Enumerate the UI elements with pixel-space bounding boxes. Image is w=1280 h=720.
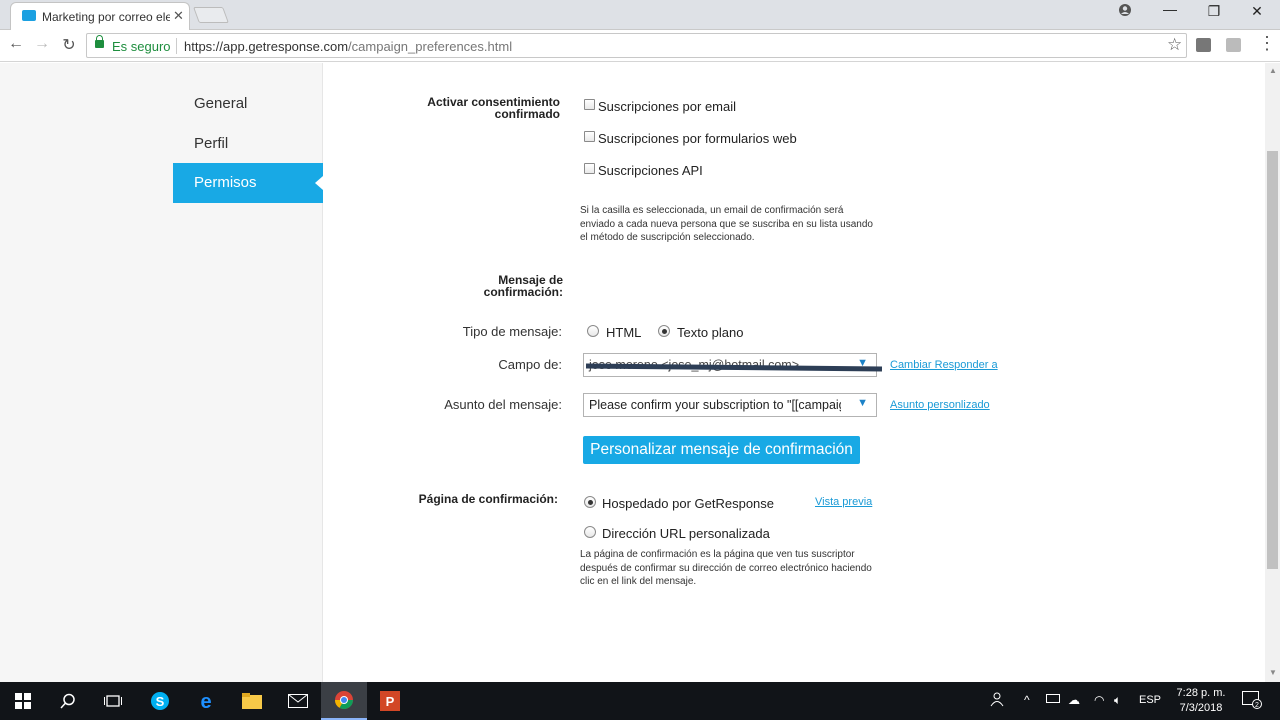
sidebar-item-permisos[interactable]: Permisos [173, 163, 323, 203]
powerpoint-icon[interactable]: P [367, 682, 413, 720]
checkbox-api[interactable] [584, 163, 595, 174]
windows-icon[interactable] [0, 682, 46, 720]
dropdown-arrow-icon: ▼ [857, 397, 868, 409]
mail-icon [22, 10, 36, 21]
language-indicator[interactable]: ESP [1139, 694, 1161, 706]
pdf-extension-icon[interactable] [1226, 38, 1241, 52]
from-field-label: Campo de: [498, 357, 562, 372]
star-icon[interactable]: ☆ [1167, 35, 1182, 55]
radio-html[interactable] [587, 325, 599, 337]
radio-html-label: HTML [606, 325, 642, 340]
search-icon[interactable] [45, 682, 91, 720]
back-icon[interactable]: ← [5, 35, 27, 53]
subject-select[interactable]: Please confirm your subscription to "[[c… [583, 393, 877, 417]
confirm-optin-label: Activar consentimiento confirmado [427, 95, 560, 121]
radio-custom-url-label: Dirección URL personalizada [602, 526, 770, 541]
notifications-icon[interactable]: 2 [1242, 691, 1262, 712]
tab-strip: Marketing por correo ele ✕ — ❐ ✕ [0, 0, 1280, 30]
secure-label: Es seguro [112, 39, 171, 54]
checkbox-email-label: Suscripciones por email [598, 99, 737, 114]
close-icon[interactable]: ✕ [173, 8, 184, 24]
preview-link[interactable]: Vista previa [815, 496, 872, 508]
skype-icon[interactable]: S [137, 682, 183, 720]
svg-text:2: 2 [1255, 702, 1259, 709]
close-window-icon[interactable]: ✕ [1242, 3, 1272, 20]
subject-label: Asunto del mensaje: [444, 397, 562, 412]
lock-icon [95, 35, 104, 48]
volume-icon[interactable]: 🔈︎ [1114, 693, 1121, 708]
url-text[interactable]: https://app.getresponse.com/campaign_pre… [184, 39, 512, 54]
message-type-label: Tipo de mensaje: [462, 324, 562, 339]
extension-icon[interactable] [1196, 38, 1211, 52]
new-tab-button[interactable] [193, 7, 229, 23]
checkbox-email[interactable] [584, 99, 595, 110]
tab-title: Marketing por correo ele [42, 10, 170, 24]
checkbox-webforms-label: Suscripciones por formularios web [598, 131, 797, 146]
svg-text:e: e [200, 691, 211, 711]
radio-hosted-label: Hospedado por GetResponse [602, 496, 775, 511]
clock[interactable]: 7:28 p. m. 7/3/2018 [1170, 686, 1232, 716]
custom-subject-link[interactable]: Asunto personlizado [890, 399, 990, 411]
browser-tab[interactable]: Marketing por correo ele ✕ [10, 2, 190, 30]
menu-icon[interactable]: ⋮ [1256, 33, 1278, 54]
sidebar-item-general[interactable]: General [173, 84, 323, 124]
file-explorer-icon[interactable] [229, 682, 275, 720]
browser-toolbar: ← → ↻ Es seguro https://app.getresponse.… [0, 30, 1280, 62]
address-bar[interactable]: Es seguro https://app.getresponse.com/ca… [86, 33, 1187, 58]
vertical-scrollbar[interactable]: ▲ ▼ [1265, 63, 1280, 682]
windows-taskbar: S e P ^ ☁ ◠ 🔈︎ ESP 7:28 p. m. 7/3/2018 2 [0, 682, 1280, 720]
onedrive-icon[interactable]: ☁ [1068, 693, 1080, 707]
people-icon[interactable] [988, 691, 1004, 710]
scrollbar-thumb[interactable] [1267, 151, 1278, 569]
page-help-text: La página de confirmación es la página q… [580, 549, 872, 587]
chrome-icon[interactable] [321, 682, 367, 720]
radio-plain-text-label: Texto plano [677, 325, 744, 340]
restore-icon[interactable]: ❐ [1199, 3, 1229, 20]
radio-plain-text[interactable] [658, 325, 670, 337]
svg-text:S: S [156, 694, 165, 709]
reload-icon[interactable]: ↻ [58, 35, 80, 55]
change-reply-to-link[interactable]: Cambiar Responder a [890, 359, 998, 371]
radio-custom-url[interactable] [584, 526, 596, 538]
settings-sidebar: General Perfil Permisos [0, 63, 323, 682]
radio-hosted[interactable] [584, 496, 596, 508]
message-section-heading: Mensaje de confirmación: [483, 273, 563, 299]
checkbox-api-label: Suscripciones API [598, 163, 703, 178]
user-icon[interactable] [1110, 3, 1140, 20]
battery-icon[interactable] [1046, 694, 1060, 703]
mail-app-icon[interactable] [275, 682, 321, 720]
wifi-icon[interactable]: ◠ [1094, 693, 1104, 707]
edge-icon[interactable]: e [183, 682, 229, 720]
customize-message-button[interactable]: Personalizar mensaje de confirmación [583, 436, 860, 464]
task-view-icon[interactable] [90, 682, 136, 720]
checkbox-webforms[interactable] [584, 131, 595, 142]
chevron-up-icon[interactable]: ^ [1024, 693, 1030, 707]
forward-icon[interactable]: → [31, 35, 53, 53]
confirm-page-label: Página de confirmación: [418, 492, 558, 506]
page-content: General Perfil Permisos Activar consenti… [0, 63, 1265, 682]
svg-text:P: P [386, 694, 395, 709]
scroll-up-icon[interactable]: ▲ [1269, 66, 1277, 75]
minimize-icon[interactable]: — [1155, 1, 1185, 17]
scroll-down-icon[interactable]: ▼ [1269, 668, 1277, 677]
sidebar-item-perfil[interactable]: Perfil [173, 124, 323, 164]
optin-help-text: Si la casilla es seleccionada, un email … [580, 205, 873, 243]
divider [176, 38, 177, 54]
